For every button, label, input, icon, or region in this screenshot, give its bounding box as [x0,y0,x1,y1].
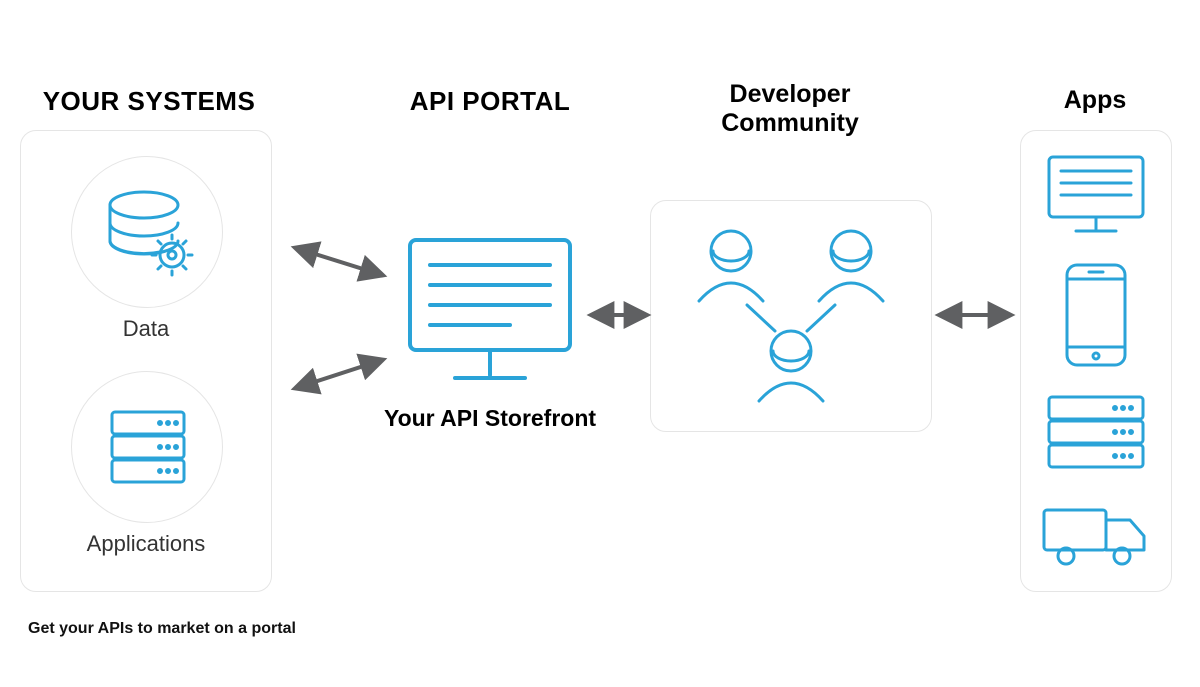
circle-applications [71,371,223,523]
diagram-stage: YOUR SYSTEMS API PORTAL Developer Commun… [0,0,1200,687]
heading-api-portal: API PORTAL [360,86,620,117]
arrow-data-to-portal [296,248,382,275]
circle-data [71,156,223,308]
panel-developer-community [650,200,932,432]
monitor-icon [400,230,580,400]
monitor-icon [1041,151,1151,241]
truck-icon [1036,496,1156,576]
heading-developer-community: Developer Community [660,80,920,138]
server-icon [72,372,222,522]
diagram-caption: Get your APIs to market on a portal [28,620,296,638]
heading-apps: Apps [1030,86,1160,115]
label-applications: Applications [21,531,271,557]
panel-your-systems: Data Applications [20,130,272,592]
phone-icon [1061,261,1131,371]
panel-apps [1020,130,1172,592]
arrow-apps-to-portal [296,360,382,388]
server-icon [1041,389,1151,479]
heading-your-systems: YOUR SYSTEMS [24,86,274,117]
developer-group-icon [651,201,931,431]
label-storefront: Your API Storefront [340,405,640,432]
database-gear-icon [72,157,222,307]
label-data: Data [21,316,271,342]
